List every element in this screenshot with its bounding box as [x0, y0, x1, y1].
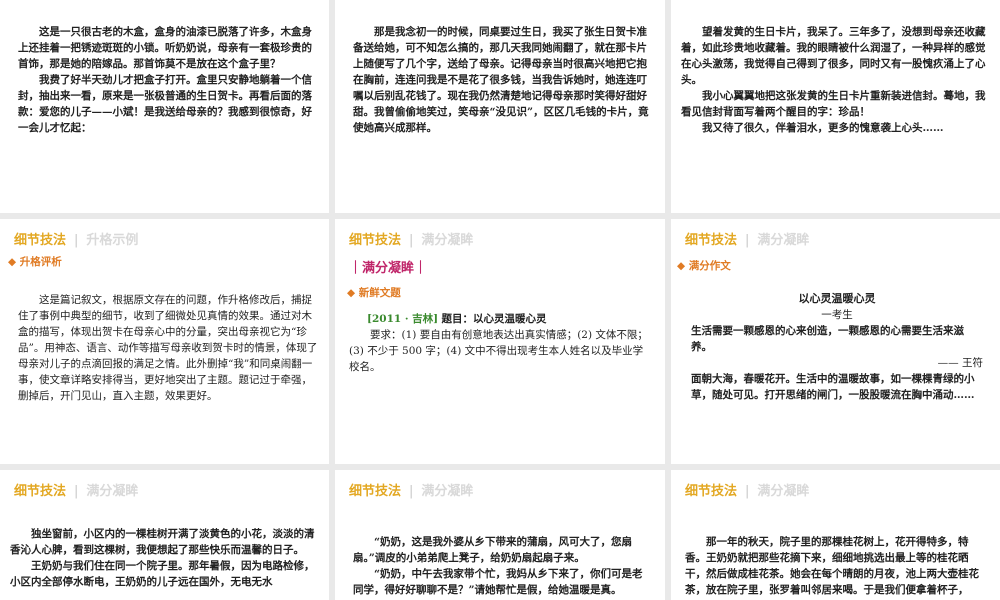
slide-8-body: “奶奶，这是我外婆从乡下带来的蒲扇，风可大了，您扇扇。”调皮的小弟弟爬上凳子，给…: [353, 534, 649, 598]
slide-1: 这是一只很古老的木盒，盒身的油漆已脱落了许多，木盒身上还挂着一把锈迹斑斑的小锁。…: [0, 0, 329, 213]
slide-2: 那是我念初一的时候，同桌要过生日，我买了张生日贺卡准备送给她，可不知怎么搞的，那…: [335, 0, 665, 213]
motto-source: —— 王符: [937, 357, 983, 369]
slide-6-body: 以心灵温暖心灵 一考生 生活需要一颗感恩的心来创造，一颗感恩的心需要生活来滋养。…: [691, 291, 983, 403]
section-label: ◆ 新鲜文题: [347, 287, 401, 299]
slide-3: 望着发黄的生日卡片，我呆了。三年多了，没想到母亲还收藏着，如此珍贵地收藏着。我的…: [671, 0, 1000, 213]
paragraph: 王奶奶与我们住在同一个院子里。那年暑假，因为电路检修，小区内全部停水断电，王奶奶…: [10, 560, 315, 588]
slide-3-body: 望着发黄的生日卡片，我呆了。三年多了，没想到母亲还收藏着，如此珍贵地收藏着。我的…: [681, 24, 991, 136]
slide-9-body: 那一年的秋天，院子里的那棵桂花树上，花开得特多，特香。王奶奶就把那些花摘下来，细…: [685, 534, 987, 598]
essay-title: 以心灵温暖心灵: [798, 292, 876, 305]
question-line: [2011 · 吉林] 题目：以心灵温暖心灵: [349, 311, 653, 327]
slide-2-body: 那是我念初一的时候，同桌要过生日，我买了张生日贺卡准备送给她，可不知怎么搞的，那…: [353, 24, 649, 136]
paragraph: 望着发黄的生日卡片，我呆了。三年多了，没想到母亲还收藏着，如此珍贵地收藏着。我的…: [681, 26, 986, 86]
paragraph: 我小心翼翼地把这张发黄的生日卡片重新装进信封。蓦地，我看见信封背面写着两个醒目的…: [681, 90, 986, 118]
paragraph: 那是我念初一的时候，同桌要过生日，我买了张生日贺卡准备送给她，可不知怎么搞的，那…: [353, 26, 649, 134]
paragraph: “奶奶，这是我外婆从乡下带来的蒲扇，风可大了，您扇扇。”调皮的小弟弟爬上凳子，给…: [353, 536, 633, 564]
paragraph: 面朝大海，春暖花开。生活中的温暖故事，如一棵棵青绿的小草，随处可见。打开思绪的闸…: [691, 373, 975, 401]
section-label: ◆ 升格评析: [8, 256, 62, 268]
slide-7-body: 独坐窗前，小区内的一棵桂树开满了淡黄色的小花，淡淡的清香沁人心脾，看到这棵树，我…: [10, 526, 318, 590]
slide-1-body: 这是一只很古老的木盒，盒身的油漆已脱落了许多，木盒身上还挂着一把锈迹斑斑的小锁。…: [18, 24, 314, 136]
paragraph: 这是一只很古老的木盒，盒身的油漆已脱落了许多，木盒身上还挂着一把锈迹斑斑的小锁。…: [18, 26, 312, 70]
essay-author: 一考生: [821, 309, 853, 321]
slide-5: 细节技法 | 满分凝眸 ｜满分凝眸｜ ◆ 新鲜文题 [2011 · 吉林] 题目：以…: [335, 219, 665, 464]
essay-motto: 生活需要一颗感恩的心来创造，一颗感恩的心需要生活来滋养。: [691, 325, 964, 353]
slide-header: 细节技法 | 满分凝眸: [349, 484, 474, 499]
slide-grid: 这是一只很古老的木盒，盒身的油漆已脱落了许多，木盒身上还挂着一把锈迹斑斑的小锁。…: [0, 0, 1000, 600]
requirements: 要求：(1) 要自由有创意地表达出真实情感；(2) 文体不限；(3) 不少于 5…: [349, 329, 648, 373]
paragraph: 我又待了很久，伴着泪水，更多的愧意袭上心头……: [702, 122, 944, 134]
slide-8: 细节技法 | 满分凝眸 “奶奶，这是我外婆从乡下带来的蒲扇，风可大了，您扇扇。”调皮…: [335, 470, 665, 600]
slide-5-body: [2011 · 吉林] 题目：以心灵温暖心灵 要求：(1) 要自由有创意地表达出…: [349, 311, 653, 375]
paragraph: 独坐窗前，小区内的一棵桂树开满了淡黄色的小花，淡淡的清香沁人心脾，看到这棵树，我…: [10, 528, 315, 556]
slide-7: 细节技法 | 满分凝眸 独坐窗前，小区内的一棵桂树开满了淡黄色的小花，淡淡的清香沁人…: [0, 470, 329, 600]
slide-header: 细节技法 | 满分凝眸: [685, 484, 810, 499]
slide-header: 细节技法 | 满分凝眸: [14, 484, 139, 499]
slide-header: 细节技法 | 升格示例: [14, 233, 139, 248]
paragraph: 那一年的秋天，院子里的那棵桂花树上，花开得特多，特香。王奶奶就把那些花摘下来，细…: [685, 536, 979, 596]
slide-4: 细节技法 | 升格示例 ◆ 升格评析 这是篇记叙文，根据原文存在的问题，作升格修改后…: [0, 219, 329, 464]
slide-header: 细节技法 | 满分凝眸: [349, 233, 474, 248]
paragraph: 这是篇记叙文，根据原文存在的问题，作升格修改后，捕捉住了事例中典型的细节，收到了…: [18, 294, 318, 402]
question-title: 题目：以心灵温暖心灵: [441, 313, 547, 325]
section-title: ｜满分凝眸｜: [349, 261, 428, 276]
slide-header: 细节技法 | 满分凝眸: [685, 233, 810, 248]
slide-9: 细节技法 | 满分凝眸 那一年的秋天，院子里的那棵桂花树上，花开得特多，特香。王奶奶…: [671, 470, 1000, 600]
paragraph: 我费了好半天劲儿才把盒子打开。盒里只安静地躺着一个信封，抽出来一看，原来是一张极…: [18, 74, 312, 134]
section-label: ◆ 满分作文: [677, 260, 731, 272]
slide-4-body: 这是篇记叙文，根据原文存在的问题，作升格修改后，捕捉住了事例中典型的细节，收到了…: [18, 292, 318, 404]
paragraph: “奶奶，中午去我家带个忙，我妈从乡下来了，你们可是老同学，得好好聊聊不是？”请她…: [353, 568, 643, 596]
source-tag: [2011 · 吉林]: [367, 313, 439, 325]
slide-6: 细节技法 | 满分凝眸 ◆ 满分作文 以心灵温暖心灵 一考生 生活需要一颗感恩的心来…: [671, 219, 1000, 464]
